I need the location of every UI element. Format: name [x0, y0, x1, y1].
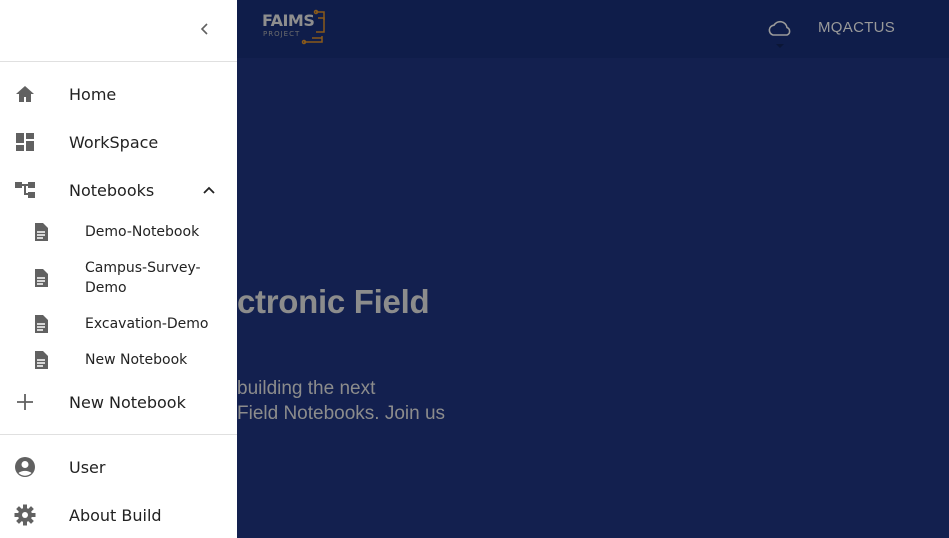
- nav-item-about-build[interactable]: About Build: [0, 503, 237, 527]
- document-icon: [29, 220, 53, 244]
- drawer-divider: [0, 434, 237, 435]
- notebook-item-label: Excavation-Demo: [85, 316, 209, 332]
- account-tree-icon: [13, 178, 37, 202]
- notebook-item-label: Demo-Notebook: [85, 224, 200, 240]
- nav-item-workspace[interactable]: WorkSpace: [0, 130, 237, 154]
- document-icon: [29, 266, 53, 290]
- notebook-item-label: New Notebook: [85, 352, 188, 368]
- chevron-left-icon: [200, 23, 208, 35]
- notebook-item-demo-notebook[interactable]: Demo-Notebook: [0, 220, 237, 244]
- plus-icon: [13, 390, 37, 414]
- nav-item-notebooks[interactable]: Notebooks: [0, 178, 237, 202]
- collapse-drawer-button[interactable]: [192, 16, 218, 42]
- expand-notebooks-button[interactable]: [198, 179, 220, 201]
- document-icon: [29, 348, 53, 372]
- logo-word: FAIMS: [262, 11, 315, 30]
- chevron-up-icon: [203, 186, 215, 194]
- user-menu-button[interactable]: MQACTUS: [818, 19, 895, 39]
- account-circle-icon: [13, 455, 37, 479]
- navigation-drawer: Home WorkSpace Notebooks Demo-Notebook C…: [0, 0, 237, 538]
- nav-item-new-notebook-label: New Notebook: [69, 392, 186, 412]
- nav-item-home[interactable]: Home: [0, 82, 237, 106]
- logo-sub: PROJECT: [263, 30, 301, 38]
- nav-item-workspace-label: WorkSpace: [69, 132, 159, 152]
- home-icon: [13, 82, 37, 106]
- sync-status-button[interactable]: [764, 14, 796, 48]
- notebook-item-campus-survey-demo[interactable]: Campus-Survey-Demo: [0, 256, 237, 300]
- nav-item-home-label: Home: [69, 84, 117, 104]
- nav-item-new-notebook[interactable]: New Notebook: [0, 390, 237, 414]
- nav-item-notebooks-label: Notebooks: [69, 180, 155, 200]
- document-icon: [29, 312, 53, 336]
- nav-item-about-build-label: About Build: [69, 505, 162, 525]
- dashboard-icon: [13, 130, 37, 154]
- notebook-item-label: Campus-Survey-Demo: [85, 260, 201, 296]
- nav-item-user[interactable]: User: [0, 455, 237, 479]
- hero-title-text: ctronic Field: [237, 283, 430, 320]
- cloud-icon: [768, 20, 791, 48]
- notebook-item-new-notebook[interactable]: New Notebook: [0, 348, 237, 372]
- faims-logo[interactable]: FAIMS PROJECT: [262, 8, 332, 46]
- drawer-header: [0, 0, 237, 62]
- gear-icon: [13, 503, 37, 527]
- notebook-item-excavation-demo[interactable]: Excavation-Demo: [0, 312, 237, 336]
- nav-item-user-label: User: [69, 457, 106, 477]
